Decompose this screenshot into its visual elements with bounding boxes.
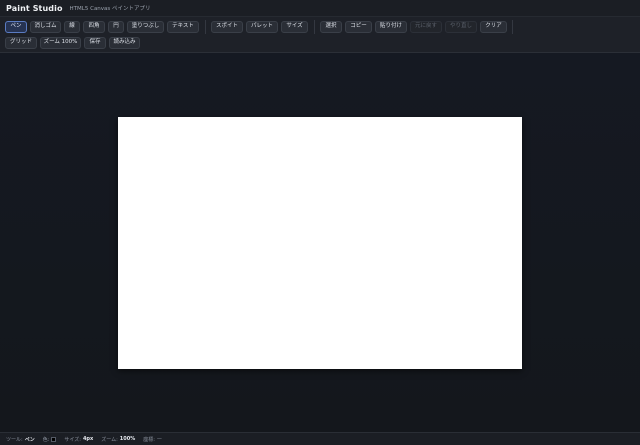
toolbar-separator [512, 20, 513, 34]
status-zoom-label: ズーム: [101, 436, 118, 443]
status-size-label: サイズ: [64, 436, 81, 443]
app-subtitle: HTML5 Canvas ペイントアプリ [69, 6, 151, 12]
load-button[interactable]: 読み込み [109, 37, 140, 49]
drawing-canvas[interactable] [118, 117, 522, 369]
status-size: サイズ: 4px [64, 436, 93, 443]
status-coords-label: 座標: [143, 436, 155, 443]
toolbar-separator [205, 20, 206, 34]
status-color-label: 色: [42, 436, 50, 443]
canvas-workspace [0, 53, 640, 432]
text-button[interactable]: テキスト [167, 21, 199, 33]
status-zoom: ズーム: 100% [101, 436, 135, 443]
undo-button[interactable]: 元に戻す [410, 21, 442, 33]
select-button[interactable]: 選択 [320, 21, 342, 33]
circle-button[interactable]: 円 [108, 21, 124, 33]
status-coords: 座標: — [143, 436, 162, 443]
redo-button[interactable]: やり直し [445, 21, 477, 33]
clear-button[interactable]: クリア [480, 21, 507, 33]
zoom-button[interactable]: ズーム 100% [40, 37, 81, 49]
status-tool-value: ペン [24, 436, 35, 443]
copy-button[interactable]: コピー [345, 21, 372, 33]
title-bar: Paint Studio HTML5 Canvas ペイントアプリ [0, 0, 640, 17]
status-size-value: 4px [82, 436, 94, 442]
status-color: 色: [43, 436, 57, 443]
status-zoom-value: 100% [119, 436, 136, 442]
paste-button[interactable]: 貼り付け [375, 21, 407, 33]
status-tool: ツール: ペン [6, 436, 35, 443]
size-button[interactable]: サイズ [281, 21, 308, 33]
line-button[interactable]: 線 [64, 21, 80, 33]
eyedropper-button[interactable]: スポイト [211, 21, 243, 33]
fill-button[interactable]: 塗りつぶし [127, 21, 164, 33]
save-button[interactable]: 保存 [84, 37, 106, 49]
status-tool-label: ツール: [6, 436, 23, 443]
palette-button[interactable]: パレット [246, 21, 278, 33]
status-coords-value: — [156, 436, 162, 442]
rectangle-button[interactable]: 四角 [83, 21, 105, 33]
eraser-button[interactable]: 消しゴム [30, 21, 61, 33]
pen-button[interactable]: ペン [5, 21, 27, 33]
toolbar: ペン 消しゴム 線 四角 円 塗りつぶし テキスト スポイト パレット サイズ … [0, 17, 640, 53]
grid-button[interactable]: グリッド [5, 37, 37, 49]
toolbar-separator [314, 20, 315, 34]
status-bar: ツール: ペン 色: サイズ: 4px ズーム: 100% 座標: — [0, 432, 640, 445]
color-swatch [51, 436, 57, 442]
app-title: Paint Studio [6, 3, 63, 13]
